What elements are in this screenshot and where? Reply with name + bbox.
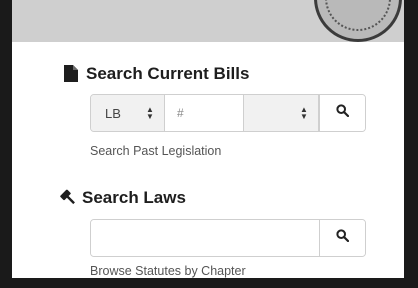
frame-right-border (404, 0, 418, 288)
header-banner (12, 0, 404, 42)
state-seal-logo (314, 0, 402, 42)
bill-type-select[interactable]: ▲ ▼ (243, 95, 319, 131)
law-search-input[interactable] (91, 220, 319, 256)
page-frame: Search Current Bills LB ▲ ▼ # ▲ ▼ Search… (0, 0, 418, 288)
bills-title-text: Search Current Bills (86, 64, 250, 83)
law-search-group (90, 219, 366, 257)
laws-title-text: Search Laws (82, 188, 186, 207)
bill-search-group: LB ▲ ▼ # ▲ ▼ (90, 94, 366, 132)
laws-section-title: Search Laws (60, 188, 186, 208)
search-icon (336, 104, 350, 122)
frame-bottom-border (0, 278, 418, 288)
bill-prefix-value: LB (105, 105, 121, 121)
frame-left-border (0, 0, 12, 288)
bill-number-placeholder: # (177, 106, 184, 120)
bill-number-input[interactable]: # (165, 95, 243, 131)
gavel-icon (60, 189, 76, 207)
seal-ring (325, 0, 391, 31)
search-past-legislation-link[interactable]: Search Past Legislation (90, 144, 221, 158)
browse-statutes-link[interactable]: Browse Statutes by Chapter (90, 264, 246, 278)
select-arrows-icon: ▲ ▼ (146, 105, 154, 121)
law-search-button[interactable] (319, 220, 365, 256)
bill-search-button[interactable] (319, 95, 365, 131)
select-arrows-icon: ▲ ▼ (300, 105, 308, 121)
bill-prefix-select[interactable]: LB ▲ ▼ (91, 95, 165, 131)
file-icon (64, 65, 80, 83)
search-panel: Search Current Bills LB ▲ ▼ # ▲ ▼ Search… (12, 42, 404, 278)
search-icon (336, 229, 350, 247)
bills-section-title: Search Current Bills (64, 64, 249, 84)
